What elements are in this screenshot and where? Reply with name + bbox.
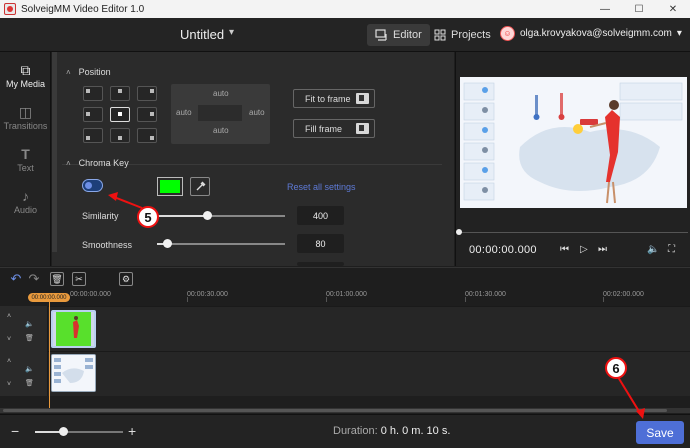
- step-5-marker: 5: [137, 206, 159, 228]
- step-6-marker: 6: [605, 357, 627, 379]
- annotation-arrows: [108, 192, 645, 419]
